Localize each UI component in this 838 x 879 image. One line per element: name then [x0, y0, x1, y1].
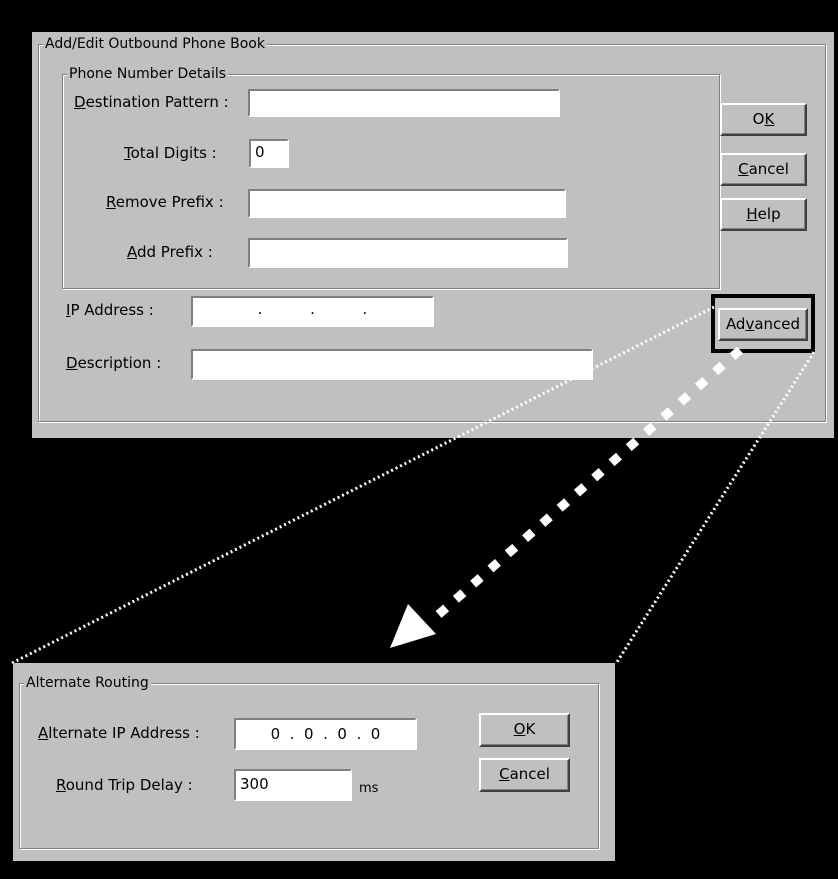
remove-prefix-input[interactable]	[248, 189, 566, 218]
alternate-routing-title: Alternate Routing	[24, 674, 151, 692]
description-label: Description :	[66, 354, 162, 372]
alternate-ok-button[interactable]: OK	[479, 713, 570, 747]
destination-pattern-label: Destination Pattern :	[74, 93, 229, 111]
destination-pattern-input[interactable]	[248, 89, 560, 117]
round-trip-delay-input[interactable]: 300	[234, 769, 352, 801]
alternate-routing-dialog: Alternate Routing Alternate IP Address :…	[13, 663, 615, 861]
cancel-button[interactable]: Cancel	[720, 153, 807, 186]
round-trip-delay-label: Round Trip Delay :	[56, 776, 193, 794]
alternate-ip-label: Alternate IP Address :	[38, 724, 200, 742]
ip-address-label: IP Address :	[66, 301, 154, 319]
advanced-button[interactable]: Advanced	[718, 308, 808, 341]
remove-prefix-label: Remove Prefix :	[106, 193, 224, 211]
ok-button[interactable]: OK	[720, 103, 807, 136]
description-input[interactable]	[191, 349, 593, 380]
total-digits-label: Total Digits :	[124, 144, 217, 162]
alternate-ip-input[interactable]: 0 . 0 . 0 . 0	[234, 718, 417, 750]
outbound-phone-book-title: Add/Edit Outbound Phone Book	[43, 35, 267, 53]
add-prefix-label: Add Prefix :	[127, 243, 213, 261]
help-button[interactable]: Help	[720, 198, 807, 231]
alternate-cancel-button[interactable]: Cancel	[479, 758, 570, 792]
phone-number-details-title: Phone Number Details	[67, 65, 229, 83]
total-digits-input[interactable]: 0	[249, 139, 289, 168]
add-prefix-input[interactable]	[248, 238, 568, 268]
round-trip-delay-unit: ms	[359, 781, 379, 796]
ip-address-input[interactable]: . . .	[191, 296, 434, 327]
outbound-phone-book-dialog: Add/Edit Outbound Phone Book Phone Numbe…	[32, 32, 834, 438]
connector-arrowhead	[390, 604, 436, 648]
